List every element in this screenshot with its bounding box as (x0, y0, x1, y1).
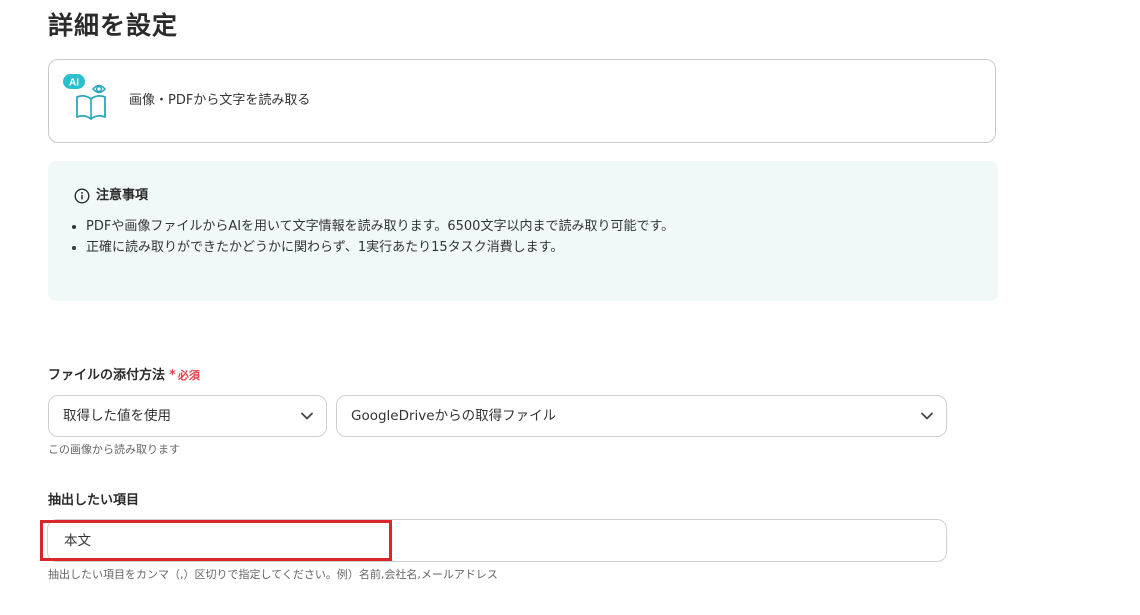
book-eye-icon: AI (61, 72, 113, 124)
info-circle-icon (74, 188, 90, 204)
attach-method-label: ファイルの添付方法 * 必須 (48, 367, 200, 385)
chevron-down-icon (300, 411, 314, 421)
required-star: * (169, 368, 176, 383)
attach-file-value: GoogleDriveからの取得ファイル (351, 408, 557, 424)
page-title: 詳細を設定 (48, 11, 179, 40)
notice-list: PDFや画像ファイルからAIを用いて文字情報を読み取ります。6500文字以内まで… (68, 216, 674, 258)
notice-title: 注意事項 (96, 188, 149, 203)
extract-input-value: 本文 (64, 533, 91, 549)
chevron-down-icon (920, 411, 934, 421)
notice-item: 正確に読み取りができたかどうかに関わらず、1実行あたり15タスク消費します。 (86, 237, 674, 258)
attach-method-hint: この画像から読み取ります (48, 443, 180, 456)
attach-method-label-text: ファイルの添付方法 (48, 368, 166, 383)
settings-page: 詳細を設定 AI 画像・PDFから文字を読み取る 注意事項 • PDFや画像ファ… (0, 0, 1140, 615)
extract-label: 抽出したい項目 (48, 493, 140, 508)
action-card[interactable]: AI 画像・PDFから文字を読み取る (48, 59, 996, 143)
attach-type-value: 取得した値を使用 (63, 408, 171, 424)
action-label: 画像・PDFから文字を読み取る (129, 93, 311, 108)
ai-badge: AI (69, 78, 79, 89)
required-text: 必須 (177, 369, 200, 382)
attach-type-select[interactable]: 取得した値を使用 (48, 395, 327, 437)
attach-file-select[interactable]: GoogleDriveからの取得ファイル (336, 395, 947, 437)
extract-input[interactable]: 本文 (47, 519, 947, 562)
notice-header: 注意事項 (74, 187, 148, 205)
extract-hint: 抽出したい項目をカンマ（,）区切りで指定してください。例）名前,会社名,メールア… (48, 568, 498, 581)
notice-item: PDFや画像ファイルからAIを用いて文字情報を読み取ります。6500文字以内まで… (86, 216, 674, 237)
notice-box: 注意事項 PDFや画像ファイルからAIを用いて文字情報を読み取ります。6500文… (48, 161, 998, 301)
